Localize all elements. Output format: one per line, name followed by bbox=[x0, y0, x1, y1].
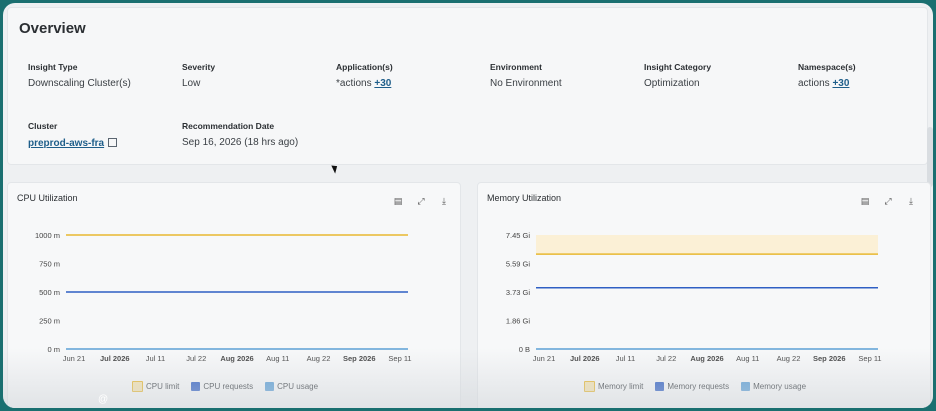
field-recommendation-date: Recommendation Date Sep 16, 2026 (18 hrs… bbox=[182, 121, 298, 148]
field-value: actions +30 bbox=[798, 78, 856, 89]
field-value: *actions +30 bbox=[336, 78, 393, 89]
field-label: Environment bbox=[490, 62, 542, 72]
external-link-icon[interactable] bbox=[108, 138, 118, 147]
legend-item[interactable]: CPU usage bbox=[265, 382, 318, 391]
x-tick-label: Jul 11 bbox=[146, 354, 165, 363]
field-applications: Application(s) *actions +30 bbox=[336, 62, 393, 89]
field-label: Recommendation Date bbox=[182, 121, 275, 131]
legend-swatch bbox=[191, 382, 201, 391]
overview-card: Overview Insight Type Downscaling Cluste… bbox=[7, 7, 928, 165]
field-value: No Environment bbox=[490, 78, 562, 89]
field-environment: Environment No Environment bbox=[490, 62, 562, 89]
x-tick-label: Jul 11 bbox=[616, 354, 635, 363]
y-tick-label: 0 m bbox=[47, 345, 60, 354]
field-label: Severity bbox=[182, 62, 216, 72]
limit-band bbox=[536, 235, 878, 255]
namespaces-value: actions bbox=[798, 78, 830, 89]
x-tick-label: Sep 2026 bbox=[813, 354, 846, 363]
memory-utilization-panel: Memory Utilization ▤ ⤢ ⤓ 7.45 Gi 5.59 Gi 3… bbox=[477, 182, 931, 408]
cpu-chart: 1000 m 750 m 500 m 250 m 0 mJun 21 Jul 2026 Ju… bbox=[35, 231, 412, 363]
x-tick-label: Aug 22 bbox=[307, 354, 331, 363]
applications-more-link[interactable]: +30 bbox=[374, 78, 391, 89]
chart-legend: Memory limit Memory requests Memory usage bbox=[584, 381, 812, 392]
field-value: Sep 16, 2026 (18 hrs ago) bbox=[182, 137, 299, 148]
x-tick-label: Jul 2026 bbox=[570, 354, 600, 363]
legend-label: CPU requests bbox=[203, 382, 254, 391]
y-tick-label: 750 m bbox=[39, 260, 60, 269]
x-tick-label: Aug 11 bbox=[266, 354, 289, 363]
field-label: Application(s) bbox=[336, 62, 393, 72]
legend-swatch bbox=[132, 381, 143, 392]
y-tick-label: 1000 m bbox=[35, 231, 60, 240]
y-tick-label: 500 m bbox=[39, 288, 60, 297]
legend-swatch bbox=[741, 382, 751, 391]
legend-swatch bbox=[265, 382, 275, 391]
field-value: Optimization bbox=[644, 78, 700, 89]
field-label: Cluster bbox=[28, 121, 58, 131]
field-insight-type: Insight Type Downscaling Cluster(s) bbox=[28, 62, 131, 89]
x-tick-label: Sep 11 bbox=[858, 354, 881, 363]
x-tick-label: Sep 11 bbox=[388, 354, 411, 363]
legend-item[interactable]: CPU requests bbox=[191, 382, 253, 391]
legend-item[interactable]: CPU limit bbox=[132, 381, 179, 392]
field-severity: Severity Low bbox=[182, 62, 215, 89]
field-value: preprod-aws-fra bbox=[28, 137, 118, 149]
legend-swatch bbox=[584, 381, 595, 392]
field-label: Insight Category bbox=[644, 62, 712, 72]
legend-label: Memory usage bbox=[753, 382, 807, 391]
field-label: Namespace(s) bbox=[798, 62, 856, 72]
chart-legend: CPU limit CPU requests CPU usage bbox=[132, 381, 324, 392]
x-tick-label: Aug 22 bbox=[777, 354, 801, 363]
field-cluster: Cluster preprod-aws-fra bbox=[28, 121, 118, 149]
cpu-utilization-panel: CPU Utilization ▤ ⤢ ⤓ 1000 m 750 m 500 m 25… bbox=[7, 182, 461, 408]
x-tick-label: Aug 11 bbox=[736, 354, 759, 363]
y-tick-label: 5.59 Gi bbox=[506, 260, 531, 269]
x-tick-label: Jun 21 bbox=[533, 354, 556, 363]
x-tick-label: Jul 2026 bbox=[100, 354, 130, 363]
legend-item[interactable]: Memory requests bbox=[655, 382, 729, 391]
y-tick-label: 250 m bbox=[39, 317, 60, 326]
x-tick-label: Sep 2026 bbox=[343, 354, 376, 363]
cluster-link[interactable]: preprod-aws-fra bbox=[28, 138, 104, 149]
x-tick-label: Jul 22 bbox=[656, 354, 676, 363]
legend-label: CPU usage bbox=[277, 382, 319, 391]
at-sign-text: @ bbox=[98, 394, 109, 405]
app-window: Overview Insight Type Downscaling Cluste… bbox=[3, 3, 933, 408]
overview-title: Overview bbox=[19, 20, 86, 37]
scrollbar[interactable] bbox=[927, 127, 933, 187]
x-tick-label: Jun 21 bbox=[63, 354, 86, 363]
x-tick-label: Aug 2026 bbox=[690, 354, 723, 363]
field-value: Downscaling Cluster(s) bbox=[28, 78, 131, 89]
field-label: Insight Type bbox=[28, 62, 78, 72]
applications-value: *actions bbox=[336, 78, 372, 89]
field-insight-category: Insight Category Optimization bbox=[644, 62, 711, 89]
legend-label: Memory limit bbox=[598, 382, 644, 391]
legend-item[interactable]: Memory limit bbox=[584, 381, 643, 392]
field-value: Low bbox=[182, 78, 201, 89]
y-tick-label: 1.86 Gi bbox=[506, 317, 531, 326]
legend-label: CPU limit bbox=[146, 382, 180, 391]
x-tick-label: Jul 22 bbox=[186, 354, 206, 363]
legend-item[interactable]: Memory usage bbox=[741, 382, 806, 391]
namespaces-more-link[interactable]: +30 bbox=[832, 78, 849, 89]
y-tick-label: 7.45 Gi bbox=[506, 231, 531, 240]
legend-swatch bbox=[655, 382, 665, 391]
x-tick-label: Aug 2026 bbox=[220, 354, 253, 363]
memory-chart: 7.45 Gi 5.59 Gi 3.73 Gi 1.86 Gi 0 BJun 21 Jul… bbox=[506, 231, 882, 363]
y-tick-label: 3.73 Gi bbox=[506, 288, 531, 297]
field-namespaces: Namespace(s) actions +30 bbox=[798, 62, 856, 89]
legend-label: Memory requests bbox=[667, 382, 730, 391]
y-tick-label: 0 B bbox=[519, 345, 530, 354]
